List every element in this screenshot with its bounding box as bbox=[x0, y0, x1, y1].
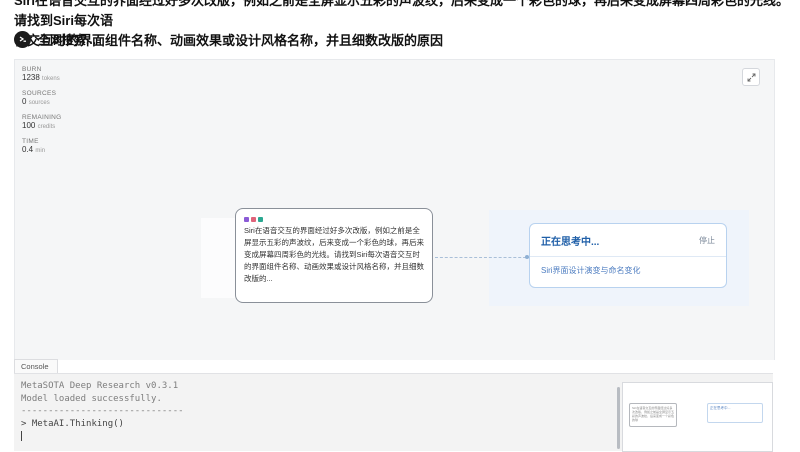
color-dot bbox=[244, 217, 249, 222]
minimap-thinking-node: 正在思考中... bbox=[707, 403, 763, 423]
stop-button[interactable]: 停止 bbox=[699, 235, 715, 246]
research-canvas[interactable]: BURN 1238 tokens SOURCES 0 sources REMAI… bbox=[14, 59, 775, 360]
subtask-item[interactable]: Siri界面设计演变与命名变化 bbox=[530, 257, 726, 284]
stat-sources-value: 0 bbox=[22, 97, 27, 106]
stat-remaining-value: 100 bbox=[22, 121, 36, 130]
console-line: > MetaAI.Thinking() bbox=[21, 418, 124, 429]
search-agent-icon bbox=[14, 30, 31, 48]
stat-burn-unit: tokens bbox=[42, 76, 60, 82]
prompt-line-1: Siri在语音交互的界面经过好多次改版，例如之前是全屏显示五彩的声波纹，后来变成… bbox=[14, 0, 789, 28]
stats-panel: BURN 1238 tokens SOURCES 0 sources REMAI… bbox=[22, 66, 62, 162]
stat-time-value: 0.4 bbox=[22, 145, 34, 154]
thinking-title: 正在思考中... bbox=[541, 236, 600, 248]
minimap-scrollbar[interactable] bbox=[617, 387, 620, 449]
stat-time-unit: min bbox=[35, 148, 46, 154]
node-color-dots bbox=[244, 217, 424, 222]
prompt-line-2: 音交互时的界面组件名称、动画效果或设计风格名称，并且细数改版的原因 bbox=[14, 33, 444, 48]
web-search-label: 全网搜索... bbox=[38, 32, 97, 47]
color-dot bbox=[258, 217, 263, 222]
console-cursor[interactable] bbox=[21, 430, 22, 441]
console-line: MetaSOTA Deep Research v0.3.1 bbox=[21, 381, 179, 391]
stat-burn: BURN 1238 tokens bbox=[22, 66, 62, 83]
stat-remaining: REMAINING 100 credits bbox=[22, 114, 62, 131]
minimap-query-node: Siri在语音交互的界面经过好多次改版，例如之前是全屏显示五彩的声波纹，后来变成… bbox=[629, 403, 677, 427]
console-tab[interactable]: Console bbox=[14, 359, 58, 373]
stat-sources: SOURCES 0 sources bbox=[22, 90, 62, 107]
expand-icon bbox=[747, 73, 755, 81]
stat-remaining-unit: credits bbox=[37, 124, 56, 130]
console-line: ------------------------------ bbox=[21, 406, 184, 416]
stat-time: TIME 0.4 min bbox=[22, 138, 62, 155]
web-search-status[interactable]: 全网搜索... bbox=[14, 30, 96, 48]
expand-button[interactable] bbox=[742, 68, 760, 86]
prompt-text: Siri在语音交互的界面经过好多次改版，例如之前是全屏显示五彩的声波纹，后来变成… bbox=[14, 0, 794, 51]
node-connector bbox=[435, 257, 531, 258]
stat-burn-value: 1238 bbox=[22, 73, 40, 82]
thinking-node[interactable]: 正在思考中... 停止 Siri界面设计演变与命名变化 bbox=[529, 223, 727, 288]
stat-sources-unit: sources bbox=[28, 100, 50, 106]
query-node-text: Siri在语音交互的界面经过好多次改版，例如之前是全屏显示五彩的声波纹，后来变成… bbox=[244, 226, 424, 283]
color-dot bbox=[251, 217, 256, 222]
console-line: Model loaded successfully. bbox=[21, 393, 162, 404]
minimap[interactable]: Siri在语音交互的界面经过好多次改版，例如之前是全屏显示五彩的声波纹，后来变成… bbox=[617, 382, 773, 452]
query-node[interactable]: Siri在语音交互的界面经过好多次改版，例如之前是全屏显示五彩的声波纹，后来变成… bbox=[235, 208, 433, 303]
